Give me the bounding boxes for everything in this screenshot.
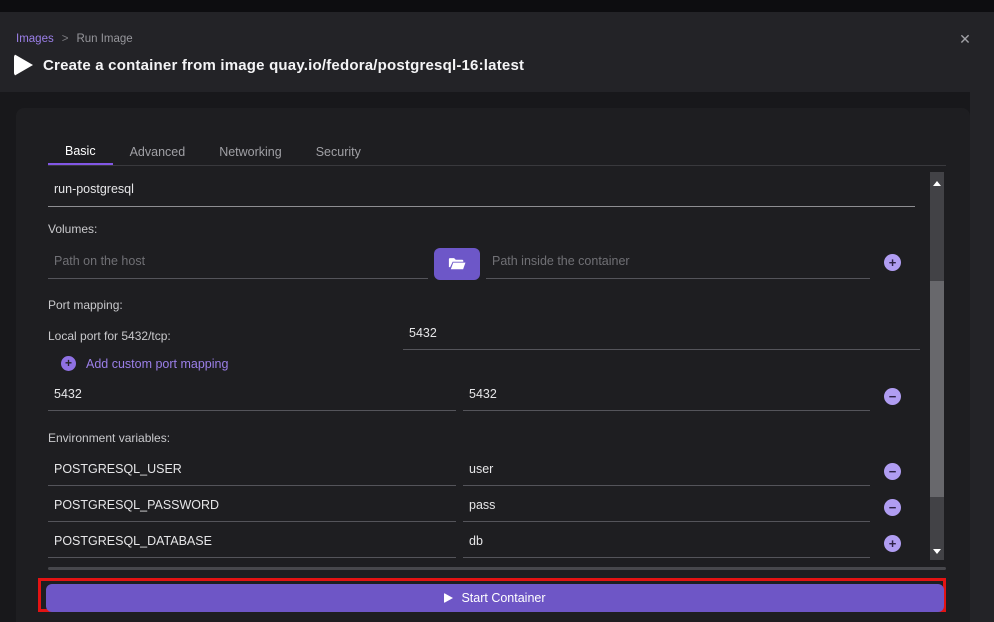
breadcrumb: Images > Run Image	[16, 33, 133, 45]
local-port-row: Local port for 5432/tcp:	[48, 322, 946, 350]
scrollbar-up-arrow-icon[interactable]	[930, 176, 944, 190]
breadcrumb-separator: >	[62, 33, 69, 45]
volume-row: +	[48, 249, 946, 279]
remove-port-mapping-button[interactable]: −	[884, 388, 901, 405]
browse-folder-button[interactable]	[434, 248, 480, 280]
add-custom-port-mapping-label: Add custom port mapping	[86, 357, 228, 371]
highlight-rectangle: Start Container	[38, 578, 946, 612]
footer-divider	[48, 567, 946, 570]
scrollbar-down-arrow-icon[interactable]	[930, 544, 944, 558]
tab-basic[interactable]: Basic	[48, 138, 113, 166]
form-scrollbar[interactable]	[930, 172, 944, 560]
breadcrumb-current: Run Image	[76, 33, 132, 45]
add-env-var-button[interactable]: +	[884, 535, 901, 552]
tab-advanced[interactable]: Advanced	[113, 138, 203, 166]
plus-circle-icon: +	[61, 356, 76, 371]
custom-port-host-input[interactable]	[48, 383, 456, 411]
local-port-input[interactable]	[403, 322, 920, 350]
window-top-strip	[0, 0, 994, 12]
close-icon[interactable]: ✕	[955, 29, 975, 49]
page-header: Images > Run Image ✕ Create a container …	[0, 12, 994, 92]
env-var-row: −	[48, 494, 946, 522]
remove-env-var-button-0[interactable]: −	[884, 463, 901, 480]
tab-bar: Basic Advanced Networking Security	[48, 138, 378, 166]
tab-bar-divider	[48, 165, 946, 166]
page-scrollbar-gutter[interactable]	[970, 92, 994, 622]
folder-icon	[448, 257, 466, 271]
page-title: Create a container from image quay.io/fe…	[43, 57, 524, 74]
env-name-input-0[interactable]	[48, 458, 456, 486]
tab-networking[interactable]: Networking	[202, 138, 299, 166]
basic-form-scroll-area: Volumes: + Port mapping: Local port for	[48, 167, 946, 560]
environment-variables-label: Environment variables:	[48, 431, 170, 445]
volume-container-path-input[interactable]	[486, 249, 870, 279]
title-row: Create a container from image quay.io/fe…	[14, 54, 524, 76]
tab-security[interactable]: Security	[299, 138, 378, 166]
add-custom-port-mapping-link[interactable]: + Add custom port mapping	[61, 356, 228, 371]
env-var-row: −	[48, 458, 946, 486]
volumes-label: Volumes:	[48, 222, 97, 236]
run-image-card: Basic Advanced Networking Security Volum…	[16, 108, 970, 622]
env-name-input-2[interactable]	[48, 530, 456, 558]
env-value-input-0[interactable]	[463, 458, 870, 486]
custom-port-container-input[interactable]	[463, 383, 870, 411]
play-icon	[14, 54, 33, 76]
play-icon-small	[444, 593, 453, 603]
remove-env-var-button-1[interactable]: −	[884, 499, 901, 516]
start-container-button[interactable]: Start Container	[46, 584, 944, 612]
volume-host-path-input[interactable]	[48, 249, 428, 279]
env-var-row: +	[48, 530, 946, 558]
custom-port-row: −	[48, 383, 946, 411]
run-image-page: Images > Run Image ✕ Create a container …	[0, 0, 994, 622]
scrollbar-thumb[interactable]	[930, 281, 944, 497]
env-value-input-2[interactable]	[463, 530, 870, 558]
breadcrumb-images-link[interactable]: Images	[16, 33, 54, 45]
add-volume-button[interactable]: +	[884, 254, 901, 271]
env-name-input-1[interactable]	[48, 494, 456, 522]
start-container-label: Start Container	[461, 591, 545, 605]
local-port-label: Local port for 5432/tcp:	[48, 329, 171, 343]
env-value-input-1[interactable]	[463, 494, 870, 522]
container-name-input[interactable]	[48, 177, 915, 207]
port-mapping-label: Port mapping:	[48, 298, 123, 312]
